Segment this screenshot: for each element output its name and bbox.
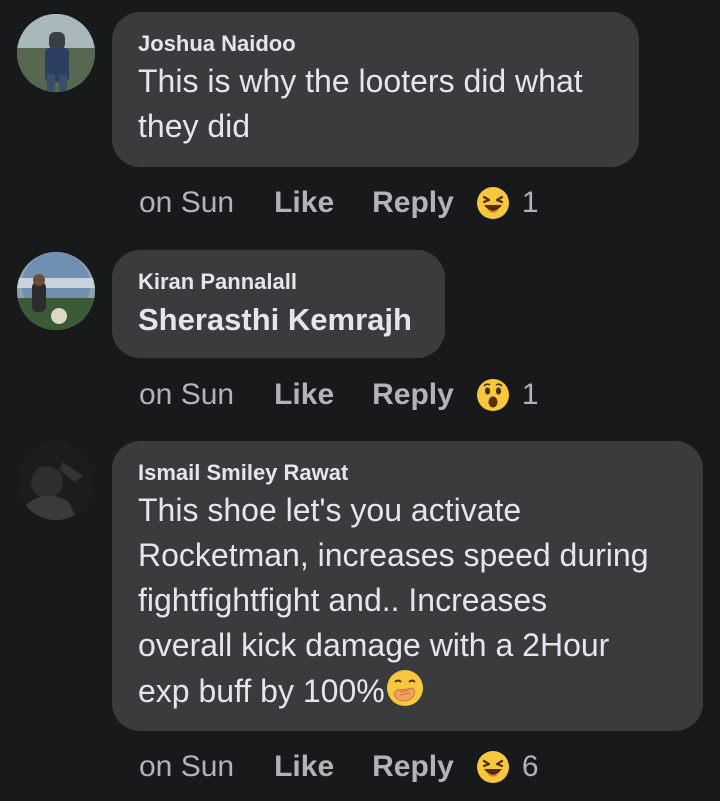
comment-bubble[interactable]: Ismail Smiley Rawat This shoe let's you …: [112, 441, 703, 731]
tagged-user-link[interactable]: Sherasthi Kemrajh: [138, 297, 419, 342]
avatar[interactable]: [17, 14, 95, 92]
comment-bubble[interactable]: Joshua Naidoo This is why the looters di…: [112, 12, 639, 167]
laughing-face-icon[interactable]: [476, 186, 510, 220]
comment-text-line: exp buff by 100%: [138, 673, 385, 709]
comment-text-line: This shoe let's you activate: [138, 492, 522, 528]
comment-text-line: fightfightfight and.. Increases: [138, 582, 548, 618]
comment-text-line: Rocketman, increases speed during: [138, 537, 649, 573]
user-photo-icon: [17, 442, 95, 520]
comment-actions: on Sun Like Reply 6: [139, 747, 539, 787]
comment-author[interactable]: Kiran Pannalall: [138, 269, 419, 295]
comment-text: This is why the looters did what they di…: [138, 63, 583, 144]
comment-author[interactable]: Joshua Naidoo: [138, 31, 613, 57]
user-photo-icon: [17, 14, 95, 92]
reply-button[interactable]: Reply: [372, 378, 454, 412]
wow-face-icon[interactable]: [476, 378, 510, 412]
user-photo-icon: [17, 252, 95, 330]
comment-bubble[interactable]: Kiran Pannalall Sherasthi Kemrajh: [112, 250, 445, 358]
comment-actions: on Sun Like Reply 1: [139, 375, 539, 415]
comment-timestamp[interactable]: on Sun: [139, 186, 234, 220]
like-button[interactable]: Like: [274, 378, 334, 412]
reaction-count[interactable]: 6: [522, 750, 539, 784]
comment-text: This shoe let's you activate Rocketman, …: [138, 488, 677, 714]
avatar[interactable]: [17, 252, 95, 330]
comment-text-line-last: exp buff by 100%: [138, 668, 677, 714]
laughing-face-icon[interactable]: [476, 750, 510, 784]
comment-timestamp[interactable]: on Sun: [139, 750, 234, 784]
comment-text-line: overall kick damage with a 2Hour: [138, 627, 610, 663]
reply-button[interactable]: Reply: [372, 186, 454, 220]
avatar[interactable]: [17, 442, 95, 520]
comment-actions: on Sun Like Reply 1: [139, 183, 539, 223]
reply-button[interactable]: Reply: [372, 750, 454, 784]
reaction-count[interactable]: 1: [522, 186, 539, 220]
comment-author[interactable]: Ismail Smiley Rawat: [138, 460, 677, 486]
hand-over-mouth-face-icon: [385, 668, 425, 708]
like-button[interactable]: Like: [274, 750, 334, 784]
reaction-count[interactable]: 1: [522, 378, 539, 412]
like-button[interactable]: Like: [274, 186, 334, 220]
comment-timestamp[interactable]: on Sun: [139, 378, 234, 412]
